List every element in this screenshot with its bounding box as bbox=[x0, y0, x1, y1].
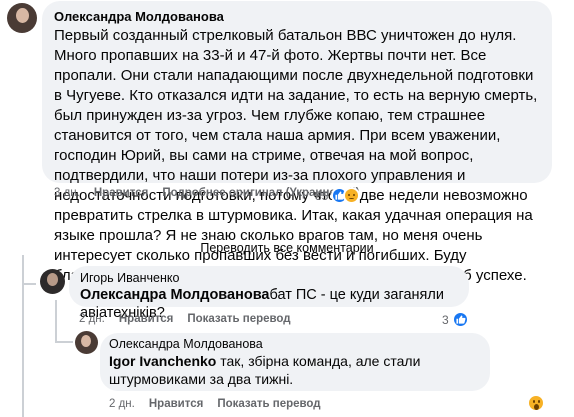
reply-timestamp[interactable]: 2 дн. bbox=[109, 398, 135, 410]
mention-link[interactable]: Igor Ivanchenko bbox=[109, 353, 216, 369]
sad-reaction-icon bbox=[343, 187, 361, 204]
comment-timestamp[interactable]: 3 дн. bbox=[54, 187, 80, 199]
avatar-commenter-1[interactable] bbox=[7, 3, 37, 33]
reactions-summary-3[interactable] bbox=[527, 394, 545, 412]
like-button[interactable]: Нравится bbox=[119, 313, 173, 325]
show-translation-button[interactable]: Показать перевод bbox=[187, 313, 290, 325]
avatar-reply-2[interactable] bbox=[75, 331, 98, 354]
show-translation-button[interactable]: Показать перевод bbox=[217, 398, 320, 410]
reactions-summary-1[interactable]: 35 bbox=[315, 187, 361, 204]
reactions-count: 3 bbox=[442, 312, 449, 327]
reply-author[interactable]: Олександра Молдованова bbox=[109, 337, 480, 352]
avatar-face-icon bbox=[81, 335, 91, 347]
reply-timestamp[interactable]: 2 дн. bbox=[79, 313, 105, 325]
like-button[interactable]: Нравится bbox=[94, 187, 148, 199]
reactions-count: 35 bbox=[315, 188, 329, 203]
thread-line-nested bbox=[55, 300, 57, 342]
reactions-summary-2[interactable]: 3 bbox=[442, 311, 469, 328]
avatar-reply-1[interactable] bbox=[40, 269, 65, 294]
comment-author[interactable]: Олександра Молдованова bbox=[54, 9, 540, 25]
translate-all-comments-link[interactable]: Переводить все комментарии bbox=[0, 241, 574, 255]
reply-bubble-1: Игорь Иванченко Олександра Молдовановаба… bbox=[69, 266, 469, 321]
thread-line-branch bbox=[55, 341, 73, 343]
reply-actions-2: 2 дн. Нравится Показать перевод bbox=[109, 398, 321, 410]
reply-author[interactable]: Игорь Иванченко bbox=[80, 271, 457, 286]
comment-actions-1: 3 дн. Нравится Подробнее оригинал (Украи… bbox=[54, 187, 360, 199]
reply-actions-1: 2 дн. Нравится Показать перевод bbox=[79, 313, 291, 325]
like-reaction-icon bbox=[451, 311, 469, 328]
comment-bubble-1: Олександра Молдованова Первый созданный … bbox=[42, 1, 552, 284]
like-button[interactable]: Нравится bbox=[149, 398, 203, 410]
wow-reaction-icon bbox=[527, 394, 545, 412]
thread-line bbox=[22, 255, 24, 417]
mention-link[interactable]: Олександра Молдованова bbox=[80, 287, 270, 303]
avatar-face-icon bbox=[47, 273, 58, 286]
reply-bubble-2: Олександра Молдованова Igor Ivanchenko т… bbox=[100, 333, 490, 391]
thread-line-branch bbox=[22, 283, 36, 285]
avatar-face-icon bbox=[16, 8, 29, 23]
reply-text: Igor Ivanchenko так, збірна команда, але… bbox=[109, 352, 480, 388]
